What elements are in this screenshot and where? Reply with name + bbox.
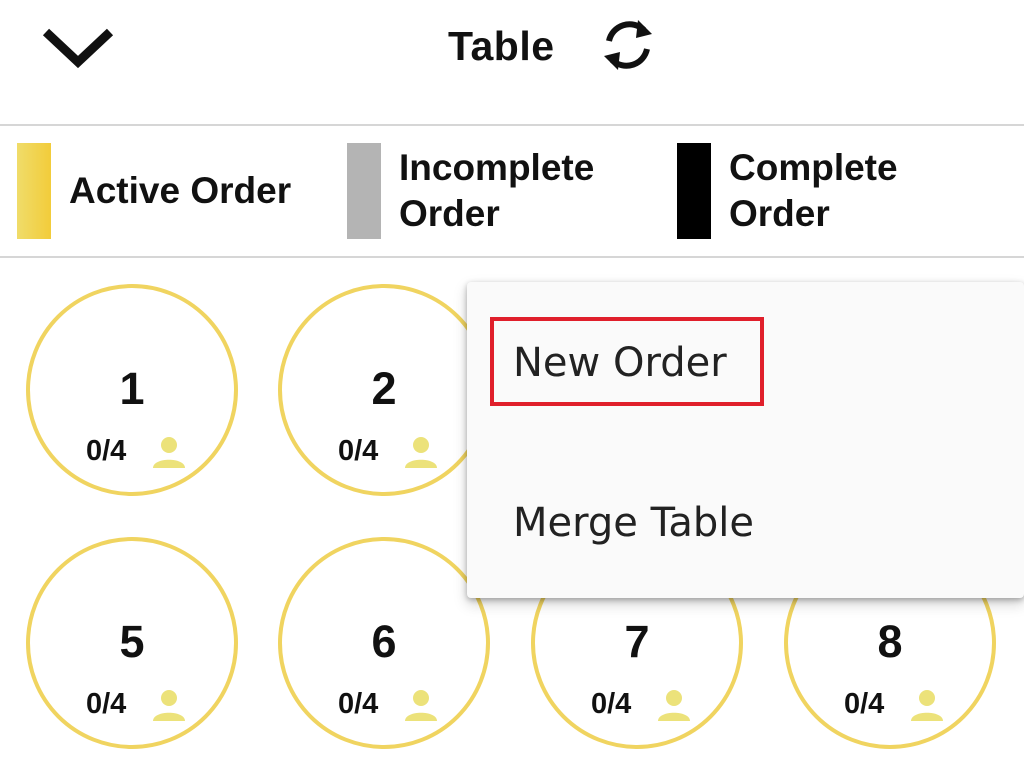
table-capacity: 0/4 xyxy=(591,688,632,720)
table-capacity: 0/4 xyxy=(86,435,127,467)
legend-divider xyxy=(0,256,1024,258)
table-capacity: 0/4 xyxy=(338,435,379,467)
legend-label-active: Active Order xyxy=(69,170,292,211)
table-number: 5 xyxy=(119,616,145,667)
person-icon xyxy=(151,435,187,469)
person-icon xyxy=(909,688,945,722)
chevron-down-icon xyxy=(42,28,114,69)
page-title: Table xyxy=(448,23,555,69)
table-card[interactable]: 6 0/4 xyxy=(278,537,490,749)
header-bar: Table xyxy=(0,0,1024,124)
legend-swatch-incomplete xyxy=(347,143,381,239)
legend-label-incomplete: Incomplete Order xyxy=(399,147,595,234)
table-card[interactable]: 1 0/4 xyxy=(26,284,238,496)
table-number: 8 xyxy=(877,616,903,667)
person-icon xyxy=(656,688,692,722)
refresh-icon xyxy=(604,20,652,70)
legend-swatch-active xyxy=(17,143,51,239)
table-card[interactable]: 5 0/4 xyxy=(26,537,238,749)
table-capacity: 0/4 xyxy=(338,688,379,720)
table-number: 2 xyxy=(371,363,397,414)
header-divider xyxy=(0,124,1024,126)
table-context-menu: New Order Merge Table xyxy=(467,282,1024,598)
person-icon xyxy=(151,688,187,722)
menu-item-new-order[interactable]: New Order xyxy=(467,312,1024,422)
table-capacity: 0/4 xyxy=(844,688,885,720)
table-number: 7 xyxy=(624,616,650,667)
table-card[interactable]: 2 0/4 xyxy=(278,284,490,496)
legend-swatch-complete xyxy=(677,143,711,239)
menu-item-merge-table[interactable]: Merge Table xyxy=(467,472,1024,582)
menu-item-label: Merge Table xyxy=(513,500,755,546)
table-capacity: 0/4 xyxy=(86,688,127,720)
refresh-button[interactable] xyxy=(598,14,658,76)
table-number: 6 xyxy=(371,616,397,667)
person-icon xyxy=(403,435,439,469)
collapse-button[interactable] xyxy=(38,22,118,72)
person-icon xyxy=(403,688,439,722)
menu-item-label: New Order xyxy=(513,340,727,386)
table-number: 1 xyxy=(119,363,145,414)
legend-label-complete: Complete Order xyxy=(729,147,898,234)
